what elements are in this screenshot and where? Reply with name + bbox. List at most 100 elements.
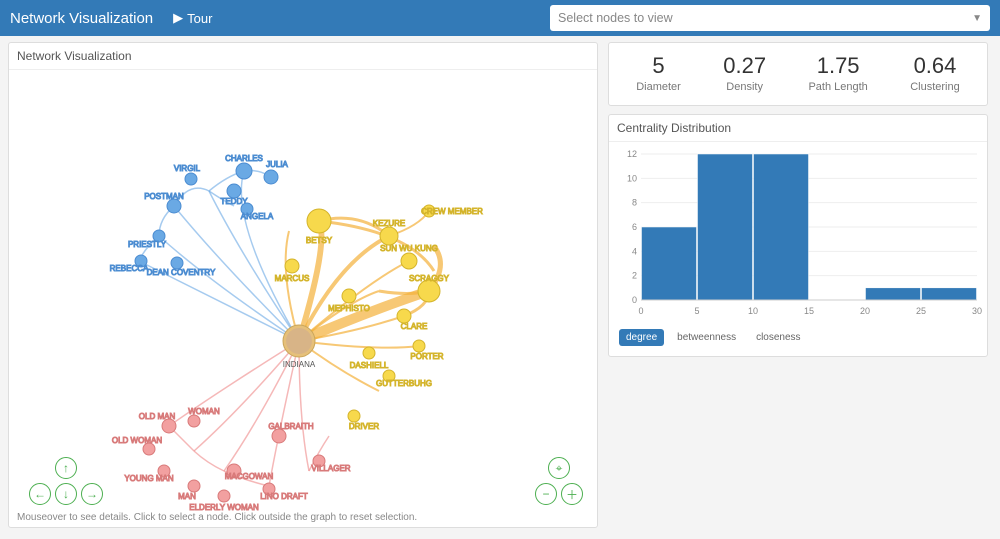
graph-node[interactable]: VILLAGER — [311, 455, 350, 473]
graph-node[interactable]: YOUNG MAN — [124, 465, 174, 483]
svg-text:BETSY: BETSY — [306, 236, 333, 245]
graph-node[interactable]: DASHIELL — [350, 347, 389, 370]
graph-node[interactable]: MEPHISTO — [328, 289, 370, 313]
minus-icon: − — [542, 487, 549, 501]
pan-controls: ↑ ← ↓ → — [29, 457, 103, 505]
arrow-left-icon: ← — [34, 487, 46, 501]
svg-text:PRIESTLY: PRIESTLY — [128, 240, 167, 249]
svg-text:OLD MAN: OLD MAN — [139, 412, 176, 421]
graph-node[interactable]: DRIVER — [348, 410, 379, 431]
svg-text:MACGOWAN: MACGOWAN — [225, 472, 274, 481]
graph-node[interactable]: TEDDY — [220, 184, 248, 206]
svg-text:6: 6 — [632, 222, 637, 232]
graph-node[interactable]: GUTTERBUHG — [376, 370, 432, 388]
graph-node[interactable]: VIRGIL — [174, 164, 201, 185]
graph-node[interactable]: OLD MAN — [139, 412, 176, 433]
graph-node[interactable]: ELDERLY WOMAN — [189, 490, 259, 511]
svg-text:DRIVER: DRIVER — [349, 422, 379, 431]
svg-text:PORTER: PORTER — [410, 352, 443, 361]
graph-node[interactable]: CHARLES — [225, 154, 263, 179]
svg-text:OLD WOMAN: OLD WOMAN — [112, 436, 162, 445]
svg-text:20: 20 — [860, 306, 870, 316]
graph-node[interactable]: OLD WOMAN — [112, 436, 162, 455]
svg-text:JULIA: JULIA — [266, 160, 288, 169]
network-graph-canvas[interactable]: INDIANA CHARLES JULIA TEDDY VIRGIL ANGEL… — [9, 71, 597, 509]
svg-text:GALBRAITH: GALBRAITH — [268, 422, 314, 431]
graph-node[interactable]: POSTMAN — [144, 192, 184, 213]
svg-text:WOMAN: WOMAN — [188, 407, 220, 416]
graph-node[interactable]: JULIA — [264, 160, 289, 184]
plus-icon: ＋ — [566, 486, 578, 503]
svg-text:LINO DRAFT: LINO DRAFT — [260, 492, 308, 501]
stat-density: 0.27 Density — [723, 53, 766, 93]
svg-text:30: 30 — [972, 306, 982, 316]
tour-label: Tour — [187, 11, 212, 26]
svg-text:15: 15 — [804, 306, 814, 316]
graph-node[interactable]: CREW MEMBER — [421, 205, 483, 217]
graph-node[interactable]: DEAN COVENTRY — [147, 257, 216, 277]
stats-panel: 5 Diameter 0.27 Density 1.75 Path Length… — [608, 42, 988, 106]
centrality-title: Centrality Distribution — [609, 115, 987, 142]
svg-text:REBECCA: REBECCA — [110, 264, 149, 273]
fit-button[interactable]: ⌖ — [548, 457, 570, 479]
svg-text:0: 0 — [638, 306, 643, 316]
node-select-dropdown[interactable]: Select nodes to view ▼ — [550, 5, 990, 31]
svg-text:POSTMAN: POSTMAN — [144, 192, 184, 201]
svg-text:CREW MEMBER: CREW MEMBER — [421, 207, 483, 216]
svg-text:VIRGIL: VIRGIL — [174, 164, 201, 173]
svg-text:SCRAGGY: SCRAGGY — [409, 274, 450, 283]
centrality-histogram: 024681012051015202530 — [615, 148, 983, 318]
zoom-controls: ⌖ − ＋ — [535, 457, 583, 505]
graph-node[interactable]: LINO DRAFT — [260, 483, 308, 501]
svg-text:5: 5 — [694, 306, 699, 316]
svg-text:SUN WU KUNG: SUN WU KUNG — [380, 244, 438, 253]
metric-degree-tab[interactable]: degree — [619, 329, 664, 346]
pan-left-button[interactable]: ← — [29, 483, 51, 505]
stat-path-length: 1.75 Path Length — [808, 53, 867, 93]
metric-betweenness-tab[interactable]: betweenness — [670, 329, 743, 346]
graph-node[interactable]: WOMAN — [188, 407, 220, 427]
graph-node[interactable]: GALBRAITH — [268, 422, 314, 443]
zoom-out-button[interactable]: − — [535, 483, 557, 505]
graph-node[interactable]: MARCUS — [275, 259, 310, 283]
pan-up-button[interactable]: ↑ — [55, 457, 77, 479]
svg-text:YOUNG MAN: YOUNG MAN — [124, 474, 174, 483]
graph-node[interactable]: MACGOWAN — [225, 464, 274, 481]
graph-hint: Mouseover to see details. Click to selec… — [13, 510, 593, 525]
graph-panel-title: Network Visualization — [9, 43, 597, 70]
play-icon: ▶ — [173, 10, 183, 26]
centrality-panel: Centrality Distribution 0246810120510152… — [608, 114, 988, 357]
svg-text:MAN: MAN — [178, 492, 196, 501]
svg-text:MEPHISTO: MEPHISTO — [328, 304, 370, 313]
graph-node[interactable]: REBECCA — [110, 255, 149, 273]
svg-text:DASHIELL: DASHIELL — [350, 361, 389, 370]
graph-node[interactable]: PRIESTLY — [128, 230, 167, 249]
svg-text:CHARLES: CHARLES — [225, 154, 263, 163]
svg-text:10: 10 — [627, 173, 637, 183]
svg-text:ANGELA: ANGELA — [241, 212, 274, 221]
node-label: INDIANA — [283, 360, 316, 369]
metric-closeness-tab[interactable]: closeness — [749, 329, 807, 346]
svg-text:GUTTERBUHG: GUTTERBUHG — [376, 379, 432, 388]
svg-text:8: 8 — [632, 198, 637, 208]
fit-icon: ⌖ — [556, 461, 563, 476]
svg-text:KEZURE: KEZURE — [373, 219, 405, 228]
graph-node[interactable]: MAN — [178, 480, 200, 501]
graph-node-center[interactable]: INDIANA — [283, 325, 316, 369]
stat-clustering: 0.64 Clustering — [910, 53, 960, 93]
graph-node[interactable]: BETSY — [306, 209, 333, 245]
pan-right-button[interactable]: → — [81, 483, 103, 505]
pan-down-button[interactable]: ↓ — [55, 483, 77, 505]
svg-text:MARCUS: MARCUS — [275, 274, 310, 283]
svg-text:4: 4 — [632, 246, 637, 256]
svg-text:12: 12 — [627, 149, 637, 159]
svg-text:2: 2 — [632, 271, 637, 281]
graph-node[interactable]: PORTER — [410, 340, 443, 361]
tour-button[interactable]: ▶ Tour — [173, 10, 212, 26]
svg-text:25: 25 — [916, 306, 926, 316]
zoom-in-button[interactable]: ＋ — [561, 483, 583, 505]
graph-node[interactable]: ANGELA — [241, 203, 274, 221]
arrow-down-icon: ↓ — [63, 487, 69, 501]
svg-text:DEAN COVENTRY: DEAN COVENTRY — [147, 268, 216, 277]
svg-text:10: 10 — [748, 306, 758, 316]
